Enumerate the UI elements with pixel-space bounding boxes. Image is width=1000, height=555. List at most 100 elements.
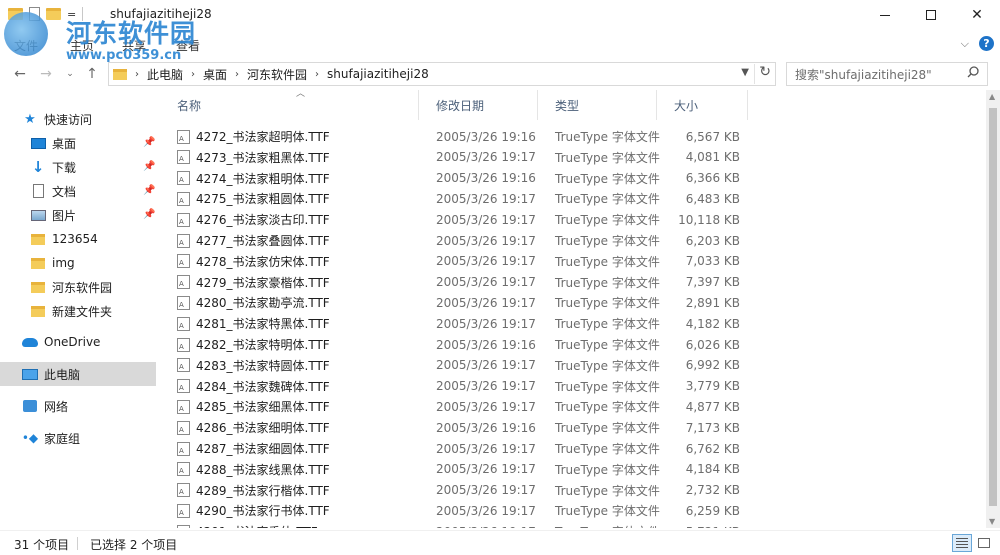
scroll-down-icon[interactable]: ▼ [989,517,995,526]
file-row[interactable]: A 4277_书法家叠圆体.TTF 2005/3/26 19:17 TrueType … [160,230,986,251]
file-date: 2005/3/26 19:17 [436,275,536,290]
font-file-icon: A [177,191,190,206]
breadcrumb-hedong[interactable]: 河东软件园 [247,66,307,83]
file-row[interactable]: A 4274_书法家粗明体.TTF 2005/3/26 19:16 TrueType … [160,168,986,189]
arrow-up-icon: ↑ [86,66,98,82]
sidebar-item-desktop[interactable]: 桌面 [30,131,156,155]
file-type: TrueType 字体文件 [555,130,660,144]
file-name-text: 4280_书法家勘亭流.TTF [196,296,330,311]
file-row[interactable]: A 4275_书法家粗圆体.TTF 2005/3/26 19:17 TrueType … [160,188,986,209]
expand-ribbon-icon[interactable]: ⌵ [961,37,969,51]
file-row[interactable]: A 4291_书法家秀体.TTF 2005/3/26 19:17 TrueType 字… [160,521,986,528]
breadcrumb-separator[interactable]: › [235,69,239,80]
breadcrumb-current[interactable]: shufajiazitiheji28 [327,67,429,81]
file-row[interactable]: A 4289_书法家行楷体.TTF 2005/3/26 19:17 TrueType … [160,480,986,501]
file-name-text: 4281_书法家特黑体.TTF [196,317,330,332]
back-button[interactable]: ← [10,64,30,84]
file-row[interactable]: A 4276_书法家淡古印.TTF 2005/3/26 19:17 TrueType … [160,209,986,230]
sidebar-item-label: 网络 [44,399,69,414]
sidebar-item-documents[interactable]: 文档 [30,179,156,203]
file-date: 2005/3/26 19:17 [436,150,536,165]
file-name-text: 4275_书法家粗圆体.TTF [196,192,330,207]
column-header-type[interactable]: 类型 [538,90,657,120]
file-size: 4,877 KB [685,399,740,414]
up-button[interactable]: ↑ [82,64,102,84]
file-row[interactable]: A 4288_书法家线黑体.TTF 2005/3/26 19:17 TrueType … [160,459,986,480]
file-row[interactable]: A 4272_书法家超明体.TTF 2005/3/26 19:16 TrueType … [160,126,986,147]
file-row[interactable]: A 4283_书法家特圆体.TTF 2005/3/26 19:17 TrueType … [160,355,986,376]
scrollbar-thumb[interactable] [989,108,997,506]
address-bar[interactable]: › 此电脑 › 桌面 › 河东软件园 › shufajiazitiheji28 … [108,62,776,86]
file-row[interactable]: A 4273_书法家粗黑体.TTF 2005/3/26 19:17 TrueType … [160,147,986,168]
file-date: 2005/3/26 19:17 [436,503,536,518]
file-name-text: 4277_书法家叠圆体.TTF [196,234,330,248]
sidebar-item-label: 文档 [52,184,77,199]
file-row[interactable]: A 4280_书法家勘亭流.TTF 2005/3/26 19:17 TrueType … [160,292,986,313]
sidebar-item-network[interactable]: 网络 [22,394,156,418]
file-type: TrueType 字体文件 [555,379,660,394]
file-row[interactable]: A 4286_书法家细明体.TTF 2005/3/26 19:16 TrueType … [160,417,986,438]
file-row[interactable]: A 4285_书法家细黑体.TTF 2005/3/26 19:17 TrueType … [160,396,986,417]
details-view-button[interactable] [952,534,972,552]
file-type: TrueType 字体文件 [555,358,660,373]
sidebar-item-hedong[interactable]: 河东软件园 [30,275,156,299]
sidebar-item-quick-access[interactable]: ★ 快速访问 [22,107,178,131]
file-date: 2005/3/26 19:17 [436,441,536,456]
column-header-date[interactable]: 修改日期 [419,90,538,120]
recent-locations-button[interactable]: ⌄ [60,64,80,84]
column-header-name[interactable]: 名称 [160,90,419,120]
font-file-icon: A [177,420,190,435]
sidebar-item-pictures[interactable]: 图片 [30,203,156,227]
file-row[interactable]: A 4279_书法家豪楷体.TTF 2005/3/26 19:17 TrueType … [160,272,986,293]
file-size: 6,567 KB [685,129,740,144]
forward-button[interactable]: → [36,64,56,84]
sidebar-item-homegroup[interactable]: •◆ 家庭组 [22,426,156,450]
refresh-icon[interactable]: ↻ [754,64,771,84]
pin-icon[interactable]: 📌 [143,185,155,196]
search-box[interactable]: 搜索"shufajiazitiheji28" [786,62,988,86]
sidebar-item-this-pc[interactable]: 此电脑 [0,362,156,386]
download-icon: ↓ [31,158,45,176]
address-dropdown-icon[interactable]: ▼ [741,67,749,78]
scroll-up-icon[interactable]: ▲ [989,92,995,101]
breadcrumb-separator[interactable]: › [191,69,195,80]
pin-icon[interactable]: 📌 [143,209,155,220]
sidebar-item-downloads[interactable]: ↓ 下载 [30,155,156,179]
sidebar-item-new-folder[interactable]: 新建文件夹 [30,299,156,323]
file-name: A 4273_书法家粗黑体.TTF [177,147,330,168]
file-date: 2005/3/26 19:17 [436,254,536,269]
sidebar-item-123654[interactable]: 123654 [30,227,156,251]
file-name: A 4286_书法家细明体.TTF [177,417,330,438]
font-file-icon: A [177,150,190,165]
file-type: TrueType 字体文件 [555,317,660,332]
file-row[interactable]: A 4281_书法家特黑体.TTF 2005/3/26 19:17 TrueType … [160,313,986,334]
file-date: 2005/3/26 19:17 [436,379,536,394]
sidebar-item-onedrive[interactable]: OneDrive [22,330,156,354]
search-input[interactable]: 搜索"shufajiazitiheji28" [795,66,932,83]
vertical-scrollbar[interactable]: ▲ ▼ [986,90,1000,528]
column-headers: ︿ 名称 修改日期 类型 大小 [160,90,986,120]
sidebar-item-img[interactable]: img [30,251,156,275]
breadcrumb-desktop[interactable]: 桌面 [203,66,227,83]
file-date: 2005/3/26 19:17 [436,212,536,227]
close-button[interactable]: ✕ [954,0,1000,30]
help-icon[interactable]: ? [979,36,994,51]
sidebar-item-label: 123654 [52,232,98,246]
file-row[interactable]: A 4284_书法家魏碑体.TTF 2005/3/26 19:17 TrueType … [160,376,986,397]
file-name-text: 4272_书法家超明体.TTF [196,130,330,144]
pin-icon[interactable]: 📌 [143,137,155,148]
large-icons-view-button[interactable] [974,534,994,552]
column-header-size[interactable]: 大小 [657,90,748,120]
file-row[interactable]: A 4278_书法家仿宋体.TTF 2005/3/26 19:17 TrueType … [160,251,986,272]
minimize-button[interactable] [862,0,908,30]
search-icon[interactable] [967,66,979,78]
file-row[interactable]: A 4290_书法家行书体.TTF 2005/3/26 19:17 TrueType … [160,500,986,521]
pin-icon[interactable]: 📌 [143,161,155,172]
file-row[interactable]: A 4287_书法家细圆体.TTF 2005/3/26 19:17 TrueType … [160,438,986,459]
file-type: TrueType 字体文件 [555,483,660,498]
maximize-button[interactable] [908,0,954,30]
breadcrumb-this-pc[interactable]: 此电脑 [147,66,183,83]
breadcrumb-separator[interactable]: › [315,69,319,80]
folder-icon [30,256,46,270]
file-row[interactable]: A 4282_书法家特明体.TTF 2005/3/26 19:16 TrueType … [160,334,986,355]
